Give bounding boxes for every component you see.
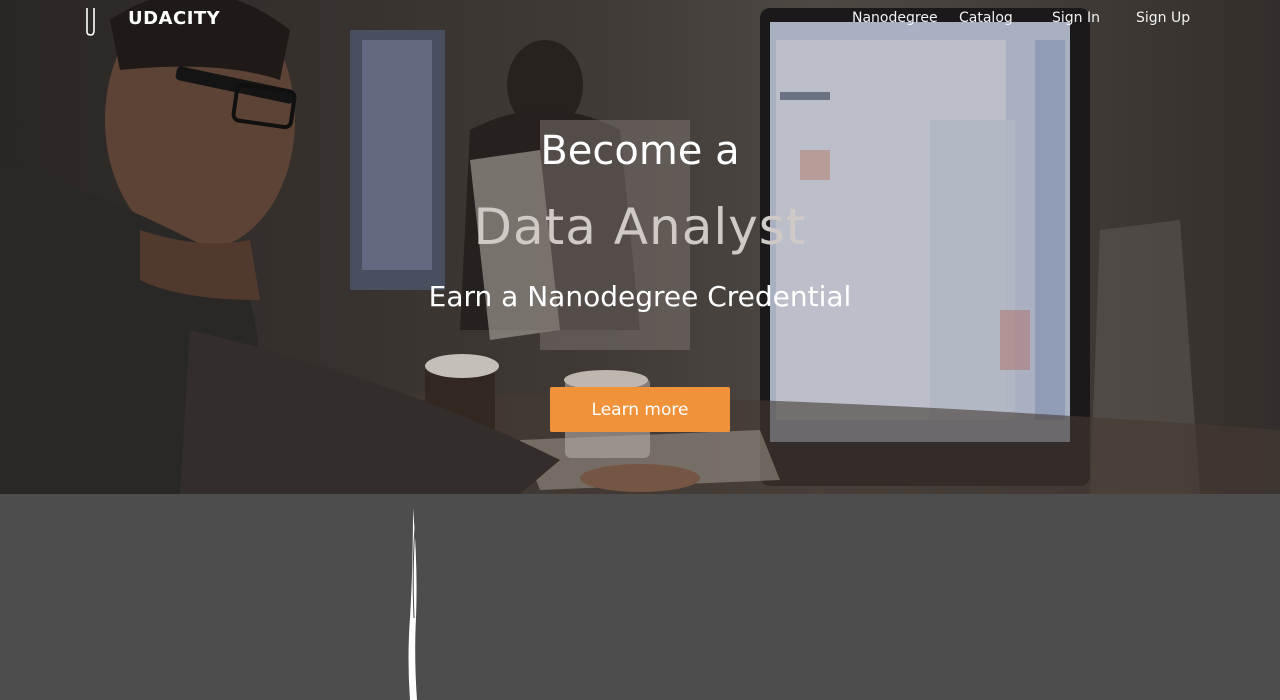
hero-heading-become: Become a [540,128,740,174]
learn-more-button[interactable]: Learn more [550,387,730,432]
udacity-logo-link[interactable] [84,6,98,36]
hero-section: UDACITY Nanodegree Catalog Sign In Sign … [0,0,1280,494]
lower-section [0,494,1280,700]
loading-spinner-icon [408,508,417,700]
nav-sign-up[interactable]: Sign Up [1136,10,1190,26]
nav-sign-in[interactable]: Sign In [1052,10,1100,26]
hero-heading-role: Data Analyst [473,198,807,256]
top-nav: UDACITY Nanodegree Catalog Sign In Sign … [0,0,1280,40]
udacity-u-icon [86,8,95,36]
nav-nanodegree[interactable]: Nanodegree [852,10,938,26]
nav-catalog[interactable]: Catalog [959,10,1013,26]
brand-name[interactable]: UDACITY [128,8,220,29]
hero-subheading-credential: Earn a Nanodegree Credential [428,280,852,313]
